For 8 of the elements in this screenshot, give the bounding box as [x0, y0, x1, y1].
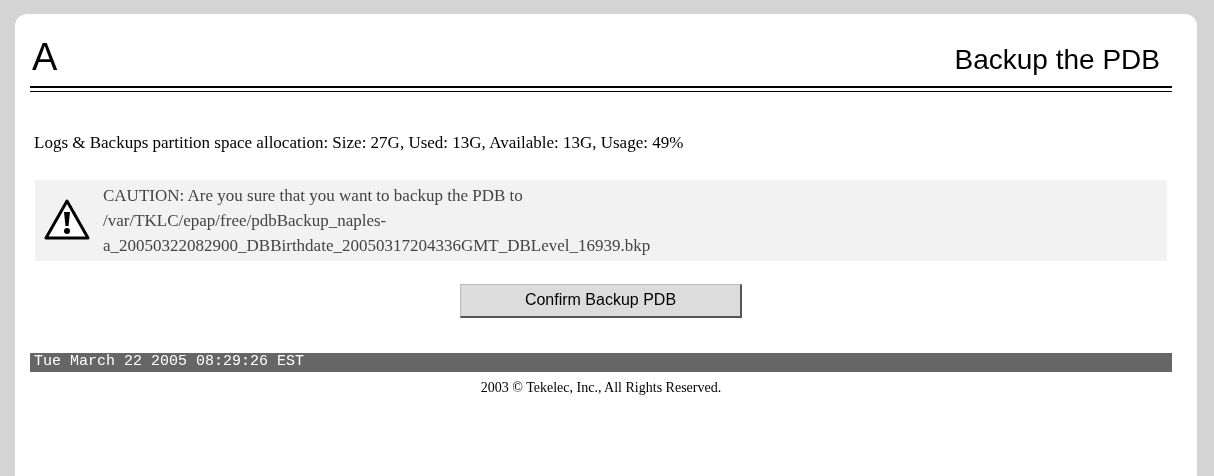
warning-icon	[43, 198, 91, 242]
page-title: Backup the PDB	[954, 44, 1161, 76]
confirm-button[interactable]: Confirm Backup PDB	[460, 283, 742, 318]
status-bar: Tue March 22 2005 08:29:26 EST	[30, 352, 1172, 372]
caution-message: CAUTION: Are you sure that you want to backup the PDB to /var/TKLC/epap/free/pdbBackup_naples- a_20050322082900_DBBirthdate_20050317204336GMT_DBLevel_16939.bkp	[103, 184, 651, 257]
copyright-text: 2003 © Tekelec, Inc., All Rights Reserved.	[479, 378, 723, 397]
logo: A	[32, 38, 58, 76]
space-info: Logs & Backups partition space allocation: Size: 27G, Used: 13G, Available: 13G, Usage: 49%	[34, 132, 685, 154]
